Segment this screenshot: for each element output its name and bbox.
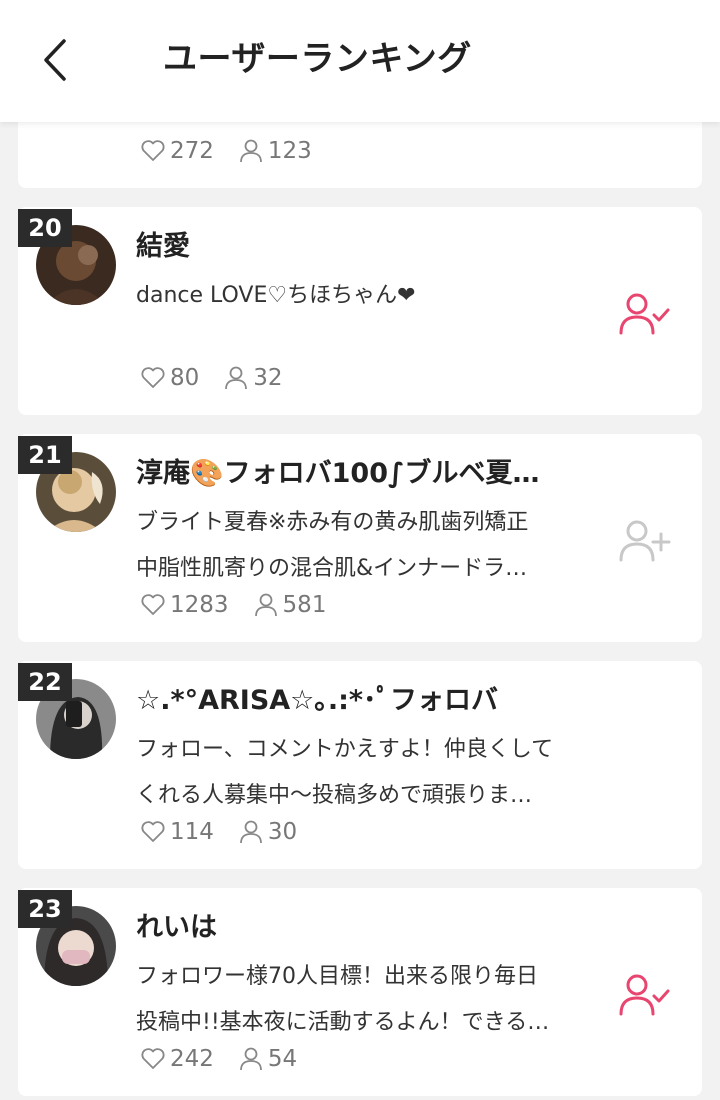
rank-badge: 20 — [18, 209, 72, 247]
rank-badge: 21 — [18, 436, 72, 474]
chevron-left-icon — [44, 39, 66, 81]
rank-badge: 23 — [18, 890, 72, 928]
heart-icon — [141, 821, 165, 842]
user-name[interactable]: 淳庵🎨フォロバ100∫ブルベ夏… — [136, 456, 586, 492]
card-stats: 114 30 — [140, 817, 321, 847]
bio-line: 中脂性肌寄りの混合肌&インナードラ… — [136, 556, 528, 581]
follow-button[interactable] — [618, 518, 672, 564]
likes-count: 114 — [170, 819, 214, 845]
bio-line: フォロワー様70人目標！出来る限り毎日 — [136, 964, 538, 989]
bio-line: フォロー、コメントかえすよ！仲良くして — [136, 737, 554, 762]
followers-count: 581 — [282, 592, 327, 618]
user-bio: ブライト夏春※赤み有の黄み肌歯列矯正 中脂性肌寄りの混合肌&インナードラ… — [136, 500, 588, 592]
user-name[interactable]: ☆.*°ARISA☆｡.:*･ﾟフォロバ — [136, 683, 586, 719]
person-add-icon — [619, 520, 671, 562]
user-bio: dance LOVE♡ちほちゃん❤ — [136, 273, 588, 319]
followers-count: 32 — [253, 365, 283, 391]
likes-count: 80 — [170, 365, 200, 391]
followers-count: 54 — [267, 1046, 298, 1072]
user-bio: フォロワー様70人目標！出来る限り毎日 投稿中!!基本夜に活動するよん！できる… — [136, 954, 588, 1046]
likes-count: 242 — [170, 1046, 214, 1072]
person-icon — [254, 593, 277, 617]
ranking-card[interactable]: 23 れいは フォロワー様70人目標！出来る限り毎日 投稿中!!基本夜に活動する… — [18, 888, 702, 1096]
person-icon — [240, 820, 262, 844]
person-icon — [240, 139, 262, 163]
top-app-bar: ユーザーランキング — [0, 0, 720, 122]
person-check-icon — [619, 974, 670, 1016]
card-stats: 242 54 — [140, 1044, 321, 1074]
followers-count: 123 — [267, 138, 312, 164]
ranking-card[interactable]: 21 淳庵🎨フォロバ100∫ブルベ夏… ブライト夏春※赤み有の黄み肌歯列矯正 中… — [18, 434, 702, 642]
person-icon — [225, 366, 248, 390]
user-name[interactable]: れいは — [136, 910, 586, 946]
page-title: ユーザーランキング — [163, 39, 472, 79]
heart-icon — [141, 367, 165, 388]
person-check-icon — [619, 293, 670, 335]
following-button[interactable] — [618, 291, 672, 337]
ranking-card[interactable]: 22 ☆.*°ARISA☆｡.:*･ﾟフォロバ フォロー、コメントかえすよ！仲良… — [18, 661, 702, 869]
following-button[interactable] — [618, 972, 672, 1018]
person-icon — [240, 1047, 262, 1071]
likes-count: 272 — [170, 138, 214, 164]
user-bio: フォロー、コメントかえすよ！仲良くして くれる人募集中〜投稿多めで頑張りま… — [136, 727, 588, 819]
followers-count: 30 — [267, 819, 298, 845]
heart-icon — [141, 1048, 165, 1069]
rank-badge: 22 — [18, 663, 72, 701]
ranking-card[interactable]: 20 結愛 dance LOVE♡ちほちゃん❤ 80 32 — [18, 207, 702, 415]
user-name[interactable]: 結愛 — [136, 229, 586, 265]
bio-line: くれる人募集中〜投稿多めで頑張りま… — [136, 783, 533, 808]
likes-count: 1283 — [170, 592, 229, 618]
card-stats: 80 32 — [140, 363, 307, 393]
card-stats: 272 123 — [140, 136, 336, 166]
back-button[interactable] — [30, 32, 80, 88]
bio-line: 投稿中!!基本夜に活動するよん！できる… — [136, 1010, 550, 1035]
heart-icon — [141, 594, 165, 615]
heart-icon — [141, 140, 165, 161]
card-stats: 1283 581 — [140, 590, 350, 620]
bio-line: dance LOVE♡ちほちゃん❤ — [136, 283, 416, 308]
bio-line: ブライト夏春※赤み有の黄み肌歯列矯正 — [136, 510, 529, 535]
